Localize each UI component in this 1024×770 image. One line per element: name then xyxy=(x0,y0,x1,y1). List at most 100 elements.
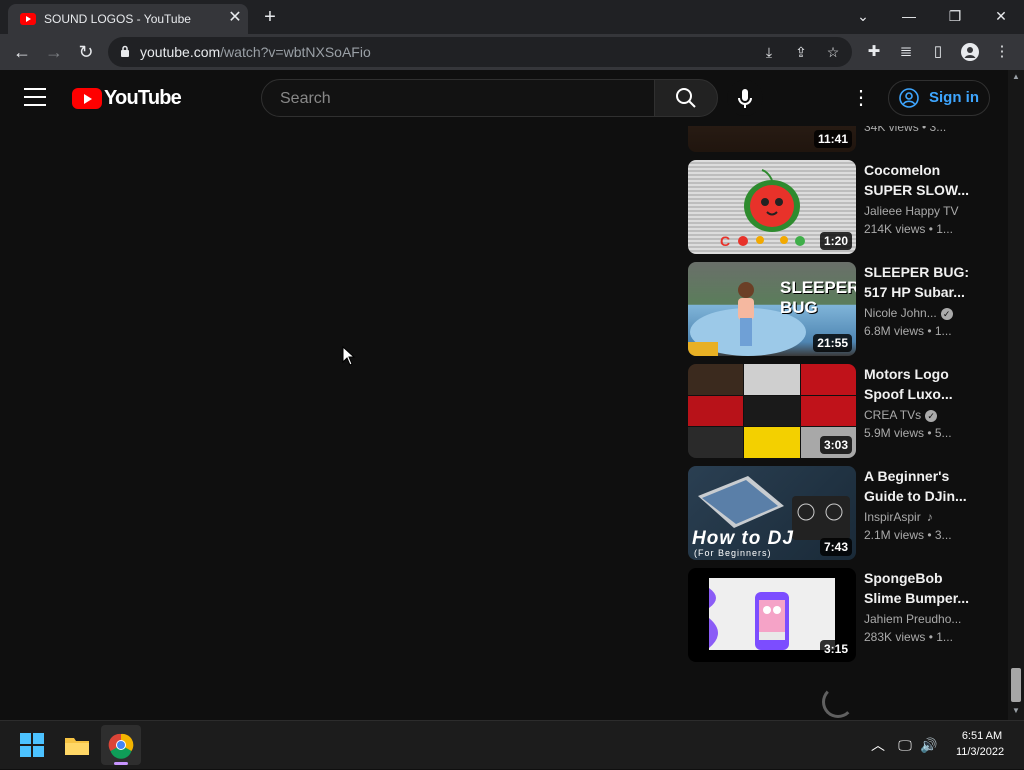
logo-text: YouTube xyxy=(104,87,182,109)
tab-strip: SOUND LOGOS - YouTube ✕ + ⌄ — ❐ ✕ xyxy=(0,0,1024,34)
duration-badge: 11:41 xyxy=(813,130,852,148)
related-video-item[interactable]: How to DJ (For Beginners) 7:43 A Beginne… xyxy=(688,466,988,560)
share-icon[interactable]: ⇪ xyxy=(790,41,812,63)
menu-icon[interactable] xyxy=(24,88,46,106)
media-icon[interactable]: ≣ xyxy=(892,38,920,66)
browser-toolbar: ← → ↻ youtube.com/watch?v=wbtNXSoAFio ⤓ … xyxy=(0,34,1024,70)
voice-search-button[interactable] xyxy=(727,80,763,116)
chrome-taskbar-button[interactable] xyxy=(101,725,141,765)
channel-name[interactable]: Jalieee Happy TV xyxy=(864,204,974,218)
video-thumbnail[interactable]: 3:03 xyxy=(688,364,856,458)
network-icon[interactable]: 🖵 xyxy=(895,735,915,755)
lock-icon[interactable] xyxy=(120,45,130,57)
video-title[interactable]: SpongeBob Slime Bumper... xyxy=(864,568,974,608)
related-video-item[interactable]: 11:41 34K views • 3... xyxy=(688,126,988,152)
related-video-item[interactable]: SLEEPER BUG 21:55 SLEEPER BUG: 517 HP Su… xyxy=(688,262,988,356)
youtube-favicon xyxy=(20,13,36,25)
video-thumbnail[interactable]: 11:41 xyxy=(688,126,856,152)
new-tab-icon[interactable]: + xyxy=(258,6,282,28)
video-thumbnail[interactable]: SLEEPER BUG 21:55 xyxy=(688,262,856,356)
channel-name[interactable]: CREA TVs ✓ xyxy=(864,408,974,422)
close-icon[interactable]: ✕ xyxy=(981,4,1021,28)
scroll-up-icon[interactable]: ▲ xyxy=(1008,72,1024,84)
thumbnail-subtext: (For Beginners) xyxy=(694,548,772,558)
duration-badge: 21:55 xyxy=(813,334,852,352)
video-meta: 34K views • 3... xyxy=(864,126,947,134)
mouse-cursor-icon xyxy=(342,346,356,366)
microphone-icon xyxy=(738,89,752,108)
extensions-icon[interactable]: ✚ xyxy=(860,38,888,66)
related-video-item[interactable]: 3:15 SpongeBob Slime Bumper... Jahiem Pr… xyxy=(688,568,988,662)
url-host: youtube.com xyxy=(140,44,221,60)
windows-taskbar: ︿ 🖵 🔊 6:51 AM 11/3/2022 xyxy=(0,720,1024,769)
sign-in-button[interactable]: Sign in xyxy=(888,80,990,116)
sign-in-label: Sign in xyxy=(929,89,979,106)
channel-name[interactable]: Jahiem Preudho... xyxy=(864,612,974,626)
windows-start-icon[interactable] xyxy=(20,733,44,757)
related-list: 11:41 34K views • 3... C 1:20 Cocomelon … xyxy=(0,126,1008,720)
video-title[interactable]: A Beginner's Guide to DJin... xyxy=(864,466,974,506)
video-title[interactable]: Motors Logo Spoof Luxo... xyxy=(864,364,974,404)
thumbnail-text: How to DJ xyxy=(692,528,794,549)
video-thumbnail[interactable]: C 1:20 xyxy=(688,160,856,254)
scroll-down-icon[interactable]: ▼ xyxy=(1008,706,1024,718)
clock-date[interactable]: 11/3/2022 xyxy=(948,746,1012,758)
thumbnail-text: SLEEPER BUG xyxy=(780,278,856,317)
video-meta: 2.1M views • 3... xyxy=(864,528,952,542)
chevron-up-icon[interactable]: ︿ xyxy=(868,735,888,755)
youtube-masthead: YouTube ⋮ Sign in xyxy=(0,70,1008,126)
verified-icon: ✓ xyxy=(925,409,938,422)
video-thumbnail[interactable]: How to DJ (For Beginners) 7:43 xyxy=(688,466,856,560)
video-meta: 283K views • 1... xyxy=(864,630,953,644)
chevron-down-icon[interactable]: ⌄ xyxy=(843,4,883,28)
file-explorer-icon[interactable] xyxy=(64,734,90,756)
volume-icon[interactable]: 🔊 xyxy=(919,735,939,755)
search-input[interactable] xyxy=(278,89,642,109)
account-icon xyxy=(899,88,919,108)
duration-badge: 1:20 xyxy=(819,232,852,250)
clock-time[interactable]: 6:51 AM xyxy=(952,730,1012,742)
install-icon[interactable]: ⤓ xyxy=(758,41,780,63)
restore-icon[interactable]: ❐ xyxy=(935,4,975,28)
video-title[interactable]: Cocomelon SUPER SLOW... xyxy=(864,160,974,200)
address-bar[interactable]: youtube.com/watch?v=wbtNXSoAFio ⤓ ⇪ ☆ xyxy=(108,37,852,67)
forward-icon[interactable]: → xyxy=(40,38,68,66)
side-panel-icon[interactable]: ▯ xyxy=(924,38,952,66)
search-icon xyxy=(676,88,696,108)
related-video-item[interactable]: 3:03 Motors Logo Spoof Luxo... CREA TVs ✓… xyxy=(688,364,988,458)
star-icon[interactable]: ☆ xyxy=(822,41,844,63)
url-text[interactable]: youtube.com/watch?v=wbtNXSoAFio xyxy=(140,44,371,60)
video-meta: 5.9M views • 5... xyxy=(864,426,952,440)
svg-text:C: C xyxy=(720,233,730,249)
video-thumbnail[interactable]: 3:15 xyxy=(688,568,856,662)
more-icon[interactable]: ⋮ xyxy=(988,38,1016,66)
related-video-item[interactable]: C 1:20 Cocomelon SUPER SLOW... Jalieee H… xyxy=(688,160,988,254)
video-meta: 6.8M views • 1... xyxy=(864,324,952,338)
browser-tab[interactable]: SOUND LOGOS - YouTube ✕ xyxy=(8,4,248,34)
duration-badge: 3:15 xyxy=(819,640,852,658)
music-note-icon: ♪ xyxy=(926,510,933,524)
duration-badge: 3:03 xyxy=(819,436,852,454)
settings-more-icon[interactable]: ⋮ xyxy=(850,84,872,112)
minimize-icon[interactable]: — xyxy=(889,4,929,28)
thumbnail-art xyxy=(709,578,835,650)
verified-icon: ✓ xyxy=(940,307,953,320)
back-icon[interactable]: ← xyxy=(8,38,36,66)
tab-close-icon[interactable]: ✕ xyxy=(224,7,246,29)
url-path: /watch?v=wbtNXSoAFio xyxy=(220,44,371,60)
channel-name[interactable]: InspirAspir ♪ xyxy=(864,510,974,524)
profile-icon[interactable] xyxy=(956,38,984,66)
tab-title: SOUND LOGOS - YouTube xyxy=(44,12,191,26)
reload-icon[interactable]: ↻ xyxy=(72,38,100,66)
scrollbar-thumb[interactable] xyxy=(1011,668,1021,702)
channel-name[interactable]: Nicole John... ✓ xyxy=(864,306,974,320)
search-box[interactable] xyxy=(261,79,655,117)
loading-spinner-icon xyxy=(822,686,854,718)
duration-badge: 7:43 xyxy=(819,538,852,556)
page-scrollbar[interactable]: ▲ ▼ xyxy=(1008,70,1024,720)
youtube-logo-icon xyxy=(72,88,102,109)
chrome-icon xyxy=(108,733,134,759)
video-meta: 214K views • 1... xyxy=(864,222,953,236)
video-title[interactable]: SLEEPER BUG: 517 HP Subar... xyxy=(864,262,974,302)
search-button[interactable] xyxy=(654,79,718,117)
